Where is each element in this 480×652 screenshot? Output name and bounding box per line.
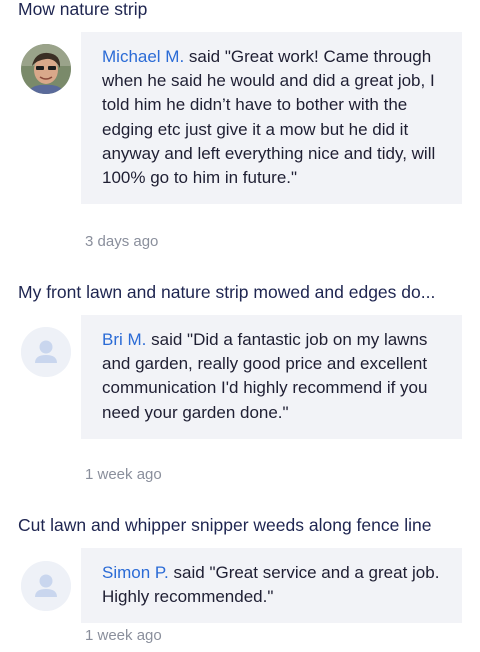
reviewer-avatar[interactable] xyxy=(21,561,71,611)
reviewer-name-link[interactable]: Michael M. xyxy=(102,47,184,66)
reviewer-name-link[interactable]: Simon P. xyxy=(102,563,169,582)
review-quote: "Great work! Came through when he said h… xyxy=(102,47,436,188)
said-label: said xyxy=(173,563,205,582)
default-user-icon xyxy=(21,561,71,611)
reviewer-avatar[interactable] xyxy=(21,44,71,94)
reviewer-name-link[interactable]: Bri M. xyxy=(102,330,146,349)
review-timestamp: 1 week ago xyxy=(85,466,162,483)
reviewer-avatar[interactable] xyxy=(21,327,71,377)
review-bubble: Simon P. said "Great service and a great… xyxy=(81,548,462,624)
review-job-title[interactable]: My front lawn and nature strip mowed and… xyxy=(18,281,464,303)
photo-avatar xyxy=(21,44,71,94)
said-label: said xyxy=(151,330,183,349)
default-user-icon xyxy=(21,327,71,377)
said-label: said xyxy=(188,47,221,66)
review-timestamp: 3 days ago xyxy=(85,233,159,250)
review-job-title[interactable]: Cut lawn and whipper snipper weeds along… xyxy=(18,514,464,536)
review-job-title[interactable]: Mow nature strip xyxy=(18,0,464,20)
review-timestamp: 1 week ago xyxy=(85,627,162,644)
review-list: Mow nature strip Michael M. said "Great … xyxy=(0,0,480,652)
review-bubble: Bri M. said "Did a fantastic job on my l… xyxy=(81,315,462,439)
review-bubble: Michael M. said "Great work! Came throug… xyxy=(81,32,462,205)
